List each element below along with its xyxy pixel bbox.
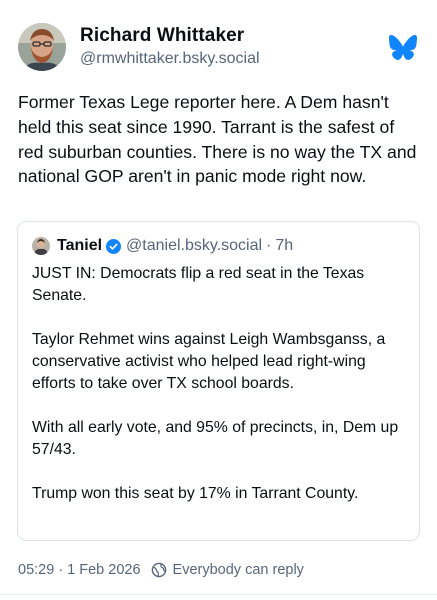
quoted-post[interactable]: Taniel @taniel.bsky.social · 7h JUST IN:… — [17, 221, 420, 541]
author-handle[interactable]: @rmwhittaker.bsky.social — [80, 48, 260, 70]
divider — [0, 594, 437, 595]
quoted-paragraph: Taylor Rehmet wins against Leigh Wambsga… — [32, 331, 386, 392]
post-author[interactable]: Richard Whittaker @rmwhittaker.bsky.soci… — [18, 22, 418, 72]
post-text: Former Texas Lege reporter here. A Dem h… — [18, 92, 417, 187]
reply-setting[interactable]: Everybody can reply — [151, 562, 304, 578]
post-timestamp[interactable]: 05:29 · 1 Feb 2026 — [18, 562, 141, 578]
reply-setting-label[interactable]: Everybody can reply — [173, 562, 304, 578]
quoted-post-time[interactable]: 7h — [275, 237, 293, 255]
post-card[interactable]: Richard Whittaker @rmwhittaker.bsky.soci… — [0, 0, 437, 600]
quoted-author-avatar[interactable] — [32, 237, 50, 255]
quoted-paragraph: JUST IN: Democrats flip a red seat in th… — [32, 265, 365, 304]
quoted-post-header: Taniel @taniel.bsky.social · 7h — [32, 235, 293, 257]
header-separator: · — [266, 237, 272, 254]
globe-reply-icon — [151, 562, 166, 578]
verified-check-icon — [106, 238, 122, 254]
quoted-post-text: JUST IN: Democrats flip a red seat in th… — [32, 263, 410, 505]
quoted-author-name[interactable]: Taniel — [57, 237, 102, 255]
quoted-paragraph: Trump won this seat by 17% in Tarrant Co… — [32, 485, 359, 502]
bluesky-butterfly-icon[interactable] — [389, 35, 417, 60]
post-meta: 05:29 · 1 Feb 2026 Everybody can reply — [18, 559, 304, 581]
quoted-author-handle[interactable]: @taniel.bsky.social — [126, 237, 262, 255]
author-display-name[interactable]: Richard Whittaker — [80, 24, 260, 47]
author-avatar[interactable] — [18, 23, 66, 71]
quoted-paragraph: With all early vote, and 95% of precinct… — [32, 419, 399, 458]
